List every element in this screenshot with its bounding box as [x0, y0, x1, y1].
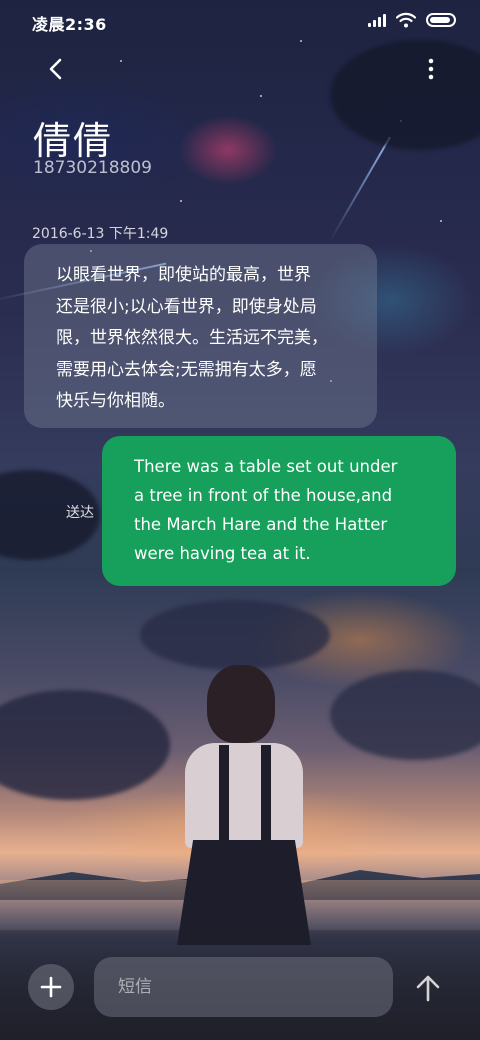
outgoing-message-bubble[interactable]: There was a table set out under a tree i… [102, 436, 456, 586]
message-timestamp: 2016-6-13 下午1:49 [32, 226, 169, 242]
back-button[interactable] [38, 52, 72, 86]
message-line: 需要用心去体会;无需拥有太多，愿 [56, 359, 317, 380]
contact-name: 倩倩 [33, 119, 114, 163]
status-icons [368, 12, 456, 28]
contact-number: 18730218809 [33, 158, 152, 178]
incoming-message-bubble[interactable]: 以眼看世界，即使站的最高，世界 还是很小;以心看世界，即使身处局 限，世界依然很… [24, 244, 377, 428]
wallpaper-girl-silhouette [175, 665, 315, 945]
message-line: the March Hare and the Hatter [134, 515, 388, 534]
message-input[interactable] [94, 957, 393, 1017]
plus-icon [40, 976, 62, 998]
add-attachment-button[interactable] [28, 964, 74, 1010]
message-line: 快乐与你相随。 [56, 391, 175, 411]
more-vertical-icon [428, 58, 434, 80]
arrow-up-icon [416, 975, 440, 1002]
message-line: were having tea at it. [134, 544, 311, 563]
message-line: 限，世界依然很大。生活远不完美， [56, 328, 328, 348]
message-line: There was a table set out under [134, 457, 398, 476]
message-line: a tree in front of the house,and [134, 486, 393, 505]
wifi-icon [396, 12, 416, 28]
status-bar: 凌晨2:36 [0, 0, 480, 42]
sms-conversation-screen: 凌晨2:36 倩倩 18730218809 2016-6-13 下午1:49 以… [0, 0, 480, 1040]
status-time: 凌晨2:36 [32, 15, 107, 34]
chevron-left-icon [49, 58, 62, 80]
battery-icon [426, 13, 456, 27]
wallpaper-cloud [140, 600, 330, 670]
message-line: 还是很小;以心看世界，即使身处局 [56, 296, 317, 317]
signal-icon [368, 13, 386, 27]
message-line: 以眼看世界，即使站的最高，世界 [56, 265, 311, 285]
delivery-status: 送达 [66, 505, 94, 521]
more-options-button[interactable] [418, 52, 444, 86]
send-button[interactable] [408, 966, 448, 1010]
